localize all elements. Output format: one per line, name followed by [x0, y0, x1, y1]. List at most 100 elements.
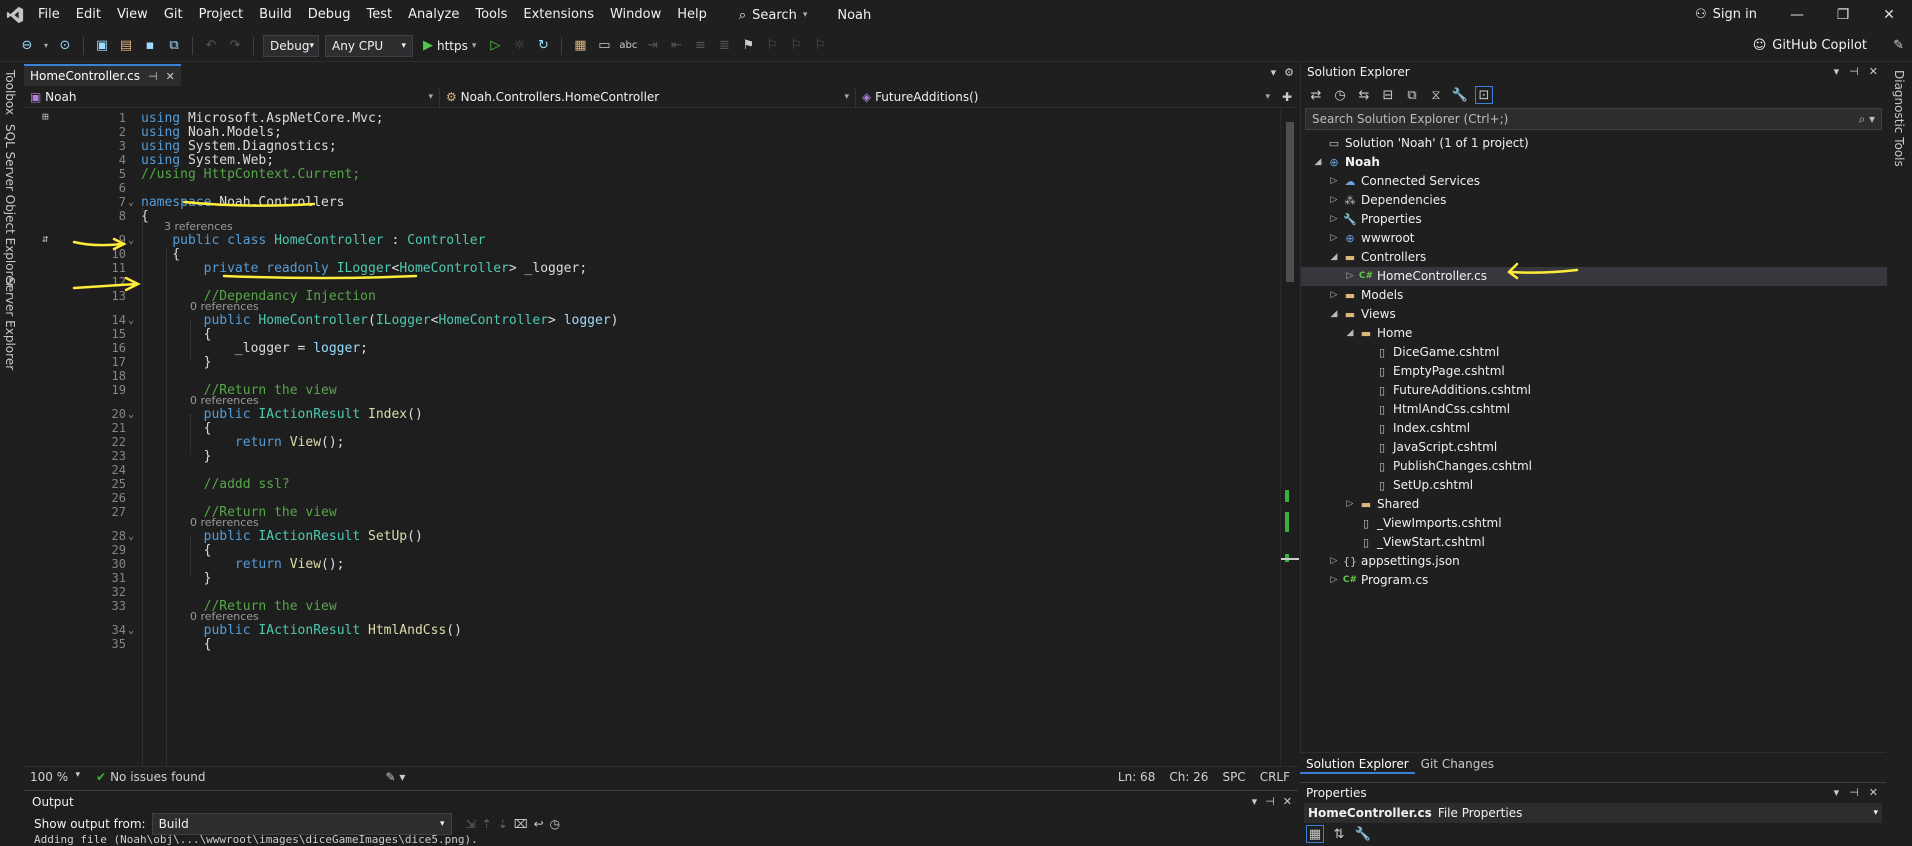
platform-select[interactable]: Any CPU ▾: [325, 34, 413, 57]
collapsed-arrow-icon[interactable]: ▷: [1327, 571, 1341, 590]
chevron-down-icon[interactable]: ▾: [1271, 66, 1277, 79]
collapsed-arrow-icon[interactable]: ▷: [1327, 191, 1341, 210]
save-icon[interactable]: ▪: [141, 37, 159, 55]
tree-item[interactable]: ▷ ▬ Models: [1301, 286, 1887, 305]
collapsed-arrow-icon[interactable]: ▷: [1343, 267, 1357, 286]
line-ending-indicator[interactable]: CRLF: [1260, 770, 1290, 784]
pin-icon[interactable]: ⊣: [1849, 783, 1859, 803]
tree-item[interactable]: ◢ ▬ Controllers: [1301, 248, 1887, 267]
tree-item[interactable]: ▷ ⁂ Dependencies: [1301, 191, 1887, 210]
menu-edit[interactable]: Edit: [68, 0, 109, 30]
chevron-down-icon[interactable]: ▾: [42, 37, 50, 55]
menu-git[interactable]: Git: [156, 0, 191, 30]
collapsed-arrow-icon[interactable]: ▷: [1327, 229, 1341, 248]
diagnostic-tools-tab[interactable]: Diagnostic Tools: [1892, 70, 1906, 167]
scrollbar-thumb[interactable]: [1286, 122, 1294, 282]
output-source-select[interactable]: Build ▾: [151, 813, 452, 835]
visual-studio-logo-icon[interactable]: [0, 0, 30, 30]
property-pages-icon[interactable]: 🔧: [1354, 825, 1372, 843]
spell-check-icon[interactable]: abc: [619, 37, 637, 55]
toolbox-tab[interactable]: Toolbox: [3, 70, 17, 115]
clear-bookmarks-icon[interactable]: ⚐: [811, 37, 829, 55]
browse-icon[interactable]: ▦: [571, 37, 589, 55]
find-icon[interactable]: ⇲: [466, 817, 476, 831]
tree-item[interactable]: ▯ JavaScript.cshtml: [1301, 438, 1887, 457]
menu-extensions[interactable]: Extensions: [515, 0, 602, 30]
properties-object-select[interactable]: HomeController.cs File Properties ▾: [1304, 803, 1882, 823]
uncomment-icon[interactable]: ≣: [715, 37, 733, 55]
next-message-icon[interactable]: ⇣: [498, 817, 508, 831]
tree-item[interactable]: ▯ PublishChanges.cshtml: [1301, 457, 1887, 476]
preview-selected-icon[interactable]: ⊡: [1475, 86, 1493, 104]
sync-icon[interactable]: ⇆: [1355, 86, 1373, 104]
categorized-icon[interactable]: ▦: [1306, 825, 1324, 843]
collapsed-arrow-icon[interactable]: ▷: [1327, 286, 1341, 305]
search-box[interactable]: ⌕ Search ▾: [731, 4, 815, 26]
prev-message-icon[interactable]: ⇡: [482, 817, 492, 831]
collapsed-arrow-icon[interactable]: ▷: [1327, 172, 1341, 191]
split-editor-icon[interactable]: ✚: [1282, 90, 1292, 104]
code-lens-references[interactable]: 0 references: [190, 516, 259, 529]
menu-debug[interactable]: Debug: [300, 0, 359, 30]
tree-item[interactable]: ▯ EmptyPage.cshtml: [1301, 362, 1887, 381]
history-icon[interactable]: ◷: [1331, 86, 1349, 104]
zoom-dropdown[interactable]: 100 % ▾: [24, 770, 84, 784]
collapse-all-icon[interactable]: ⊟: [1379, 86, 1397, 104]
run-button[interactable]: ▶ https ▾: [419, 38, 480, 53]
tree-item[interactable]: ▯ SetUp.cshtml: [1301, 476, 1887, 495]
quick-actions-icon[interactable]: ⊞: [42, 110, 49, 123]
code-lens-references[interactable]: 3 references: [164, 220, 233, 233]
minimize-button[interactable]: —: [1774, 0, 1820, 30]
menu-help[interactable]: Help: [669, 0, 715, 30]
save-all-icon[interactable]: ⧉: [165, 37, 183, 55]
tree-item[interactable]: ▷ 🔧 Properties: [1301, 210, 1887, 229]
column-indicator[interactable]: Ch: 26: [1169, 770, 1208, 784]
tree-item[interactable]: ◢ ▬ Home: [1301, 324, 1887, 343]
indent-icon[interactable]: ⇥: [643, 37, 661, 55]
open-folder-icon[interactable]: ▤: [117, 37, 135, 55]
sql-server-object-explorer-tab[interactable]: SQL Server Object Explorer: [3, 124, 17, 288]
menu-file[interactable]: File: [30, 0, 68, 30]
chevron-down-icon[interactable]: ▾: [1834, 783, 1840, 803]
tree-item[interactable]: ▷{} appsettings.json: [1301, 552, 1887, 571]
alphabetical-icon[interactable]: ⇅: [1330, 825, 1348, 843]
tree-item[interactable]: ◢ ▬ Views: [1301, 305, 1887, 324]
vertical-scrollbar[interactable]: [1280, 108, 1299, 766]
refresh-icon[interactable]: ↻: [534, 37, 552, 55]
forward-icon[interactable]: ⊙: [56, 37, 74, 55]
tree-item[interactable]: ▷ ☁ Connected Services: [1301, 172, 1887, 191]
chevron-down-icon[interactable]: ▾: [1834, 62, 1840, 82]
chevron-down-icon[interactable]: ▾: [1252, 795, 1258, 808]
tree-item[interactable]: ▷ C# Program.cs: [1301, 571, 1887, 590]
tree-item[interactable]: ▯ HtmlAndCss.cshtml: [1301, 400, 1887, 419]
project-dropdown[interactable]: ▣ Noah ▾: [24, 86, 440, 107]
menu-tools[interactable]: Tools: [467, 0, 515, 30]
pin-icon[interactable]: ⊣: [1265, 795, 1275, 808]
tree-item[interactable]: ▭ Solution 'Noah' (1 of 1 project): [1301, 134, 1887, 153]
configuration-select[interactable]: Debug ▾: [263, 34, 319, 57]
show-all-files-icon[interactable]: ⧉: [1403, 86, 1421, 104]
tree-item[interactable]: ◢ ⊕ Noah: [1301, 153, 1887, 172]
member-dropdown[interactable]: ◈ FutureAdditions() ▾: [856, 87, 1276, 107]
word-wrap-icon[interactable]: ↩: [534, 817, 544, 831]
tree-item[interactable]: ▯ DiceGame.cshtml: [1301, 343, 1887, 362]
tab-git-changes[interactable]: Git Changes: [1415, 753, 1500, 774]
tree-item[interactable]: ▷ ⊕ wwwroot: [1301, 229, 1887, 248]
expanded-arrow-icon[interactable]: ◢: [1327, 248, 1341, 267]
collapsed-arrow-icon[interactable]: ▷: [1343, 495, 1357, 514]
code-lens-references[interactable]: 0 references: [190, 300, 259, 313]
menu-test[interactable]: Test: [359, 0, 401, 30]
github-copilot-button[interactable]: ☺ GitHub Copilot: [1753, 30, 1867, 62]
tree-item[interactable]: ▯ _ViewStart.cshtml: [1301, 533, 1887, 552]
settings-icon[interactable]: ⚙: [1284, 66, 1294, 79]
outdent-icon[interactable]: ⇤: [667, 37, 685, 55]
layout-icon[interactable]: ▭: [595, 37, 613, 55]
filter-icon[interactable]: ⧖: [1427, 86, 1445, 104]
close-icon[interactable]: ✕: [1869, 783, 1878, 803]
undo-icon[interactable]: ↶: [202, 37, 220, 55]
restore-button[interactable]: ❐: [1820, 0, 1866, 30]
code-lens-references[interactable]: 0 references: [190, 610, 259, 623]
tree-item[interactable]: ▯ _ViewImports.cshtml: [1301, 514, 1887, 533]
clock-icon[interactable]: ◷: [550, 817, 560, 831]
feedback-icon[interactable]: ✎: [1893, 38, 1904, 53]
